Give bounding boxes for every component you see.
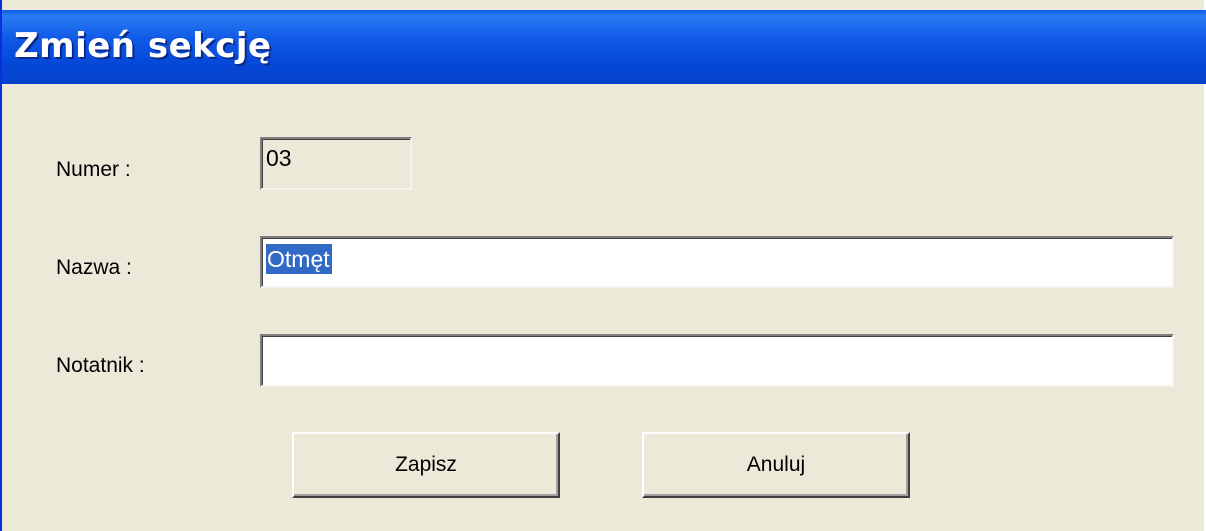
cancel-button-label: Anuluj xyxy=(746,453,806,476)
save-button[interactable]: Zapisz xyxy=(292,432,560,498)
save-button-label: Zapisz xyxy=(395,453,457,476)
nazwa-input[interactable] xyxy=(260,236,1174,288)
numer-value: 03 xyxy=(266,145,292,171)
notatnik-input[interactable] xyxy=(260,334,1174,387)
notatnik-label: Notatnik : xyxy=(56,354,145,377)
nazwa-value: Otmęt xyxy=(266,244,332,274)
window-title: Zmień sekcję xyxy=(14,26,272,66)
numer-label: Numer : xyxy=(56,158,131,181)
title-bar[interactable]: Zmień sekcję xyxy=(2,10,1206,84)
cancel-button[interactable]: Anuluj xyxy=(642,432,910,498)
nazwa-label: Nazwa : xyxy=(56,256,132,279)
dialog-window: Zmień sekcję Numer : 03 Nazwa : Otmęt No… xyxy=(0,0,1206,531)
